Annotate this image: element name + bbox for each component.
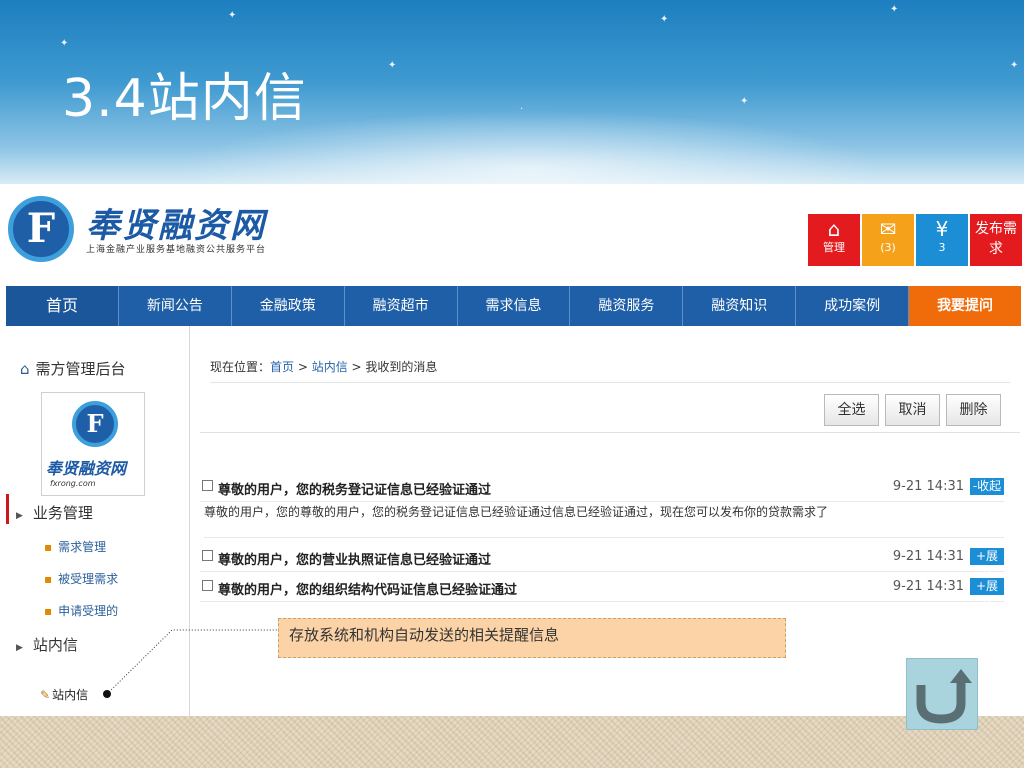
funds-count: 3 (938, 241, 946, 254)
nav-home[interactable]: 首页 (6, 286, 119, 326)
select-all-button[interactable]: 全选 (824, 394, 879, 426)
bullet-icon: ▪ (44, 604, 53, 618)
expand-toggle[interactable]: +展开 (970, 578, 1004, 610)
return-button[interactable] (906, 658, 978, 730)
triangle-right-icon: ▶ (16, 643, 23, 653)
logo-f-icon: F (72, 401, 118, 447)
message-time: 9-21 14:31 (892, 549, 964, 564)
site-header: F 奉贤融资网 上海金融产业服务基地融资公共服务平台 ⌂ 管理 ✉ (3) ¥ … (0, 184, 1024, 284)
nav-news[interactable]: 新闻公告 (119, 286, 232, 326)
nav-market[interactable]: 融资超市 (345, 286, 458, 326)
message-time: 9-21 14:31 (892, 579, 964, 594)
slide-title: 3.4站内信 (62, 69, 307, 129)
message-row: 尊敬的用户，您的税务登记证信息已经验证通过 9-21 14:31 -收起 (200, 472, 1004, 502)
breadcrumb-separator: > (294, 360, 312, 374)
sidebar-title-text: 需方管理后台 (35, 360, 126, 378)
sidebar-item-label: 被受理需求 (58, 572, 119, 586)
divider (200, 432, 1020, 433)
sidebar-section-label: 业务管理 (32, 504, 93, 522)
manage-button[interactable]: ⌂ 管理 (808, 214, 860, 266)
sidebar-item-demand-manage[interactable]: ▪ 需求管理 (44, 538, 106, 555)
u-turn-icon (916, 669, 972, 724)
nav-service[interactable]: 融资服务 (570, 286, 684, 326)
message-body: 尊敬的用户，您的尊敬的用户，您的税务登记证信息已经验证通过信息已经验证通过，现在… (204, 502, 1004, 538)
pencil-icon: ✎ (40, 688, 51, 702)
star-icon: ✦ (890, 4, 899, 15)
sidebar-item-label: 申请受理的 (58, 604, 119, 618)
bullet-icon: ▪ (44, 540, 53, 554)
breadcrumb: 现在位置：首页 > 站内信 > 我收到的消息 (210, 358, 437, 375)
manage-label: 管理 (823, 241, 845, 254)
star-icon: ✦ (60, 38, 69, 49)
breadcrumb-inbox-link[interactable]: 站内信 (312, 360, 348, 374)
breadcrumb-prefix: 现在位置： (210, 360, 271, 374)
sidebar-section-business[interactable]: ▶ 业务管理 (16, 502, 93, 523)
sidebar-item-inbox[interactable]: ✎ 站内信 (40, 686, 88, 703)
sidebar-logo: F 奉贤融资网 fxrong.com (41, 392, 145, 496)
message-toolbar: 全选 取消 删除 (824, 394, 1001, 426)
breadcrumb-current: 我收到的消息 (365, 360, 438, 374)
quick-buttons: ⌂ 管理 ✉ (3) ¥ 3 发布需求 (808, 214, 1022, 266)
sidebar: ⌂ 需方管理后台 F 奉贤融资网 fxrong.com ▶ 业务管理 ▪ 需求管理 ▪… (0, 326, 190, 716)
message-checkbox[interactable] (202, 550, 213, 561)
home-icon: ⌂ (827, 217, 841, 241)
sidebar-item-label: 需求管理 (58, 540, 107, 554)
delete-button[interactable]: 删除 (946, 394, 1001, 426)
star-icon: · (520, 104, 524, 115)
messages-count: (3) (880, 241, 896, 254)
collapse-toggle[interactable]: -收起 (970, 478, 1004, 495)
home-icon: ⌂ (20, 360, 30, 378)
star-icon: ✦ (1010, 60, 1019, 71)
yen-icon: ¥ (935, 217, 949, 241)
message-time: 9-21 14:31 (892, 479, 964, 494)
message-subject[interactable]: 尊敬的用户，您的营业执照证信息已经验证通过 (218, 549, 491, 568)
site-name[interactable]: 奉贤融资网 (86, 198, 266, 247)
message-subject[interactable]: 尊敬的用户，您的税务登记证信息已经验证通过 (218, 479, 491, 498)
message-row: 尊敬的用户，您的营业执照证信息已经验证通过 9-21 14:31 +展开 (200, 542, 1004, 580)
sidebar-item-accepted-demand[interactable]: ▪ 被受理需求 (44, 570, 118, 587)
triangle-right-icon: ▶ (16, 511, 23, 521)
star-icon: ✦ (740, 96, 749, 107)
sidebar-item-label: 站内信 (52, 688, 89, 702)
messages-button[interactable]: ✉ (3) (862, 214, 914, 266)
nav-knowledge[interactable]: 融资知识 (683, 286, 797, 326)
expand-toggle[interactable]: +展开 (970, 548, 1004, 580)
sidebar-title: ⌂ 需方管理后台 (20, 358, 126, 379)
breadcrumb-home-link[interactable]: 首页 (270, 360, 294, 374)
callout-note: 存放系统和机构自动发送的相关提醒信息 (278, 618, 786, 658)
sidebar-logo-name: 奉贤融资网 (46, 459, 127, 478)
message-checkbox[interactable] (202, 480, 213, 491)
message-subject[interactable]: 尊敬的用户，您的组织结构代码证信息已经验证通过 (218, 579, 517, 598)
nav-cases[interactable]: 成功案例 (796, 286, 910, 326)
sidebar-section-label: 站内信 (32, 636, 78, 654)
site-logo-icon[interactable]: F (8, 196, 74, 262)
funds-button[interactable]: ¥ 3 (916, 214, 968, 266)
bullet-icon: ▪ (44, 572, 53, 586)
sidebar-logo-domain: fxrong.com (50, 479, 96, 488)
sidebar-item-applied[interactable]: ▪ 申请受理的 (44, 602, 118, 619)
site-tagline: 上海金融产业服务基地融资公共服务平台 (86, 244, 267, 254)
nav-demand[interactable]: 需求信息 (458, 286, 571, 326)
nav-policy[interactable]: 金融政策 (232, 286, 345, 326)
message-checkbox[interactable] (202, 580, 213, 591)
divider (210, 382, 1010, 383)
star-icon: ✦ (228, 10, 237, 21)
active-indicator (6, 494, 9, 524)
star-icon: ✦ (388, 60, 397, 71)
message-row: 尊敬的用户，您的组织结构代码证信息已经验证通过 9-21 14:31 +展开 (200, 572, 1004, 610)
sidebar-section-inbox[interactable]: ▶ 站内信 (16, 634, 78, 655)
nav-ask[interactable]: 我要提问 (909, 286, 1022, 326)
star-icon: ✦ (660, 14, 669, 25)
cancel-button[interactable]: 取消 (885, 394, 940, 426)
main-nav: 首页 新闻公告 金融政策 融资超市 需求信息 融资服务 融资知识 成功案例 我要… (6, 286, 1022, 326)
breadcrumb-separator: > (347, 360, 366, 374)
publish-demand-button[interactable]: 发布需求 (970, 214, 1022, 266)
mail-icon: ✉ (879, 217, 897, 241)
slide-footer-background (0, 716, 1024, 768)
